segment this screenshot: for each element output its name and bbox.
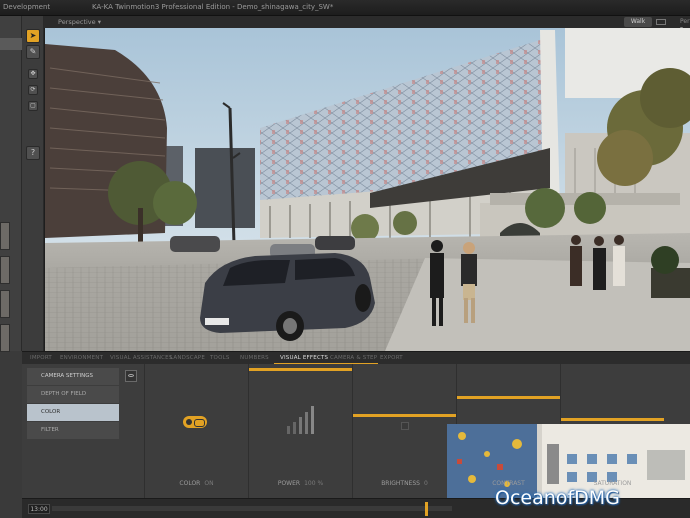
color-toggle-switch[interactable] [183,416,207,428]
param-power[interactable]: POWER 100 % [248,364,352,498]
rotate-tool-icon[interactable]: ⟳ [28,85,38,95]
brightness-slider-bar[interactable] [353,414,456,417]
module-tabs: IMPORT ENVIRONMENT VISUAL ASSISTANCES LA… [22,351,690,365]
param-label: CONTRAST [492,480,525,487]
app-menu-label[interactable]: Development [3,3,50,11]
effects-panel: CAMERA SETTINGS DEPTH OF FIELD COLOR FIL… [22,364,690,498]
tab-landscape[interactable]: LANDSCAPE [170,355,205,361]
tab-environment[interactable]: ENVIRONMENT [60,355,103,361]
side-item-depth-of-field[interactable]: DEPTH OF FIELD [27,386,119,403]
param-value: 0 [423,480,428,487]
timeline-track[interactable] [52,506,452,511]
contrast-slider-bar[interactable] [457,396,560,399]
side-item-filter[interactable]: FILTER [27,422,119,439]
library-thumbnail[interactable] [0,324,10,352]
param-value: 100 % [304,480,324,487]
brightness-handle[interactable] [400,422,409,430]
param-label: SATURATION [593,480,632,487]
side-item-color[interactable]: COLOR [27,404,119,421]
tab-visual-assistances[interactable]: VISUAL ASSISTANCES [110,355,173,361]
visibility-eye-icon[interactable] [125,370,137,382]
param-label: POWER [277,480,301,487]
tool-column: ➤ ✎ ✥ ⟳ ▢ ? [22,16,44,351]
param-value: ON [204,480,214,487]
select-tool-icon[interactable]: ➤ [26,29,40,43]
move-tool-icon[interactable]: ✥ [28,69,38,79]
library-thumbnail[interactable] [0,290,10,318]
param-brightness[interactable]: BRIGHTNESS 0 [352,364,456,498]
saturation-slider-bar[interactable] [561,418,664,421]
timeline-playhead[interactable] [425,502,428,516]
library-thumbnail[interactable] [0,222,10,250]
left-dock-panel [0,16,22,352]
power-slider-bar[interactable] [249,368,352,371]
signal-bars-icon [287,406,314,434]
tab-numbers[interactable]: NUMBERS [240,355,269,361]
watermark-text: OceanofDMG [495,487,620,509]
param-label: BRIGHTNESS [381,480,420,487]
3d-viewport[interactable] [44,28,690,351]
tab-tools[interactable]: TOOLS [210,355,230,361]
tab-export[interactable]: EXPORT [380,355,403,361]
library-thumbnail[interactable] [0,256,10,284]
param-label: COLOR [179,480,201,487]
camera-dropdown[interactable]: Perspective ▾ [58,18,101,26]
frame-tool-icon[interactable]: ▢ [28,101,38,111]
param-color[interactable]: COLOR ON [144,364,248,498]
window-title: KA-KA Twinmotion3 Professional Edition -… [92,3,334,11]
side-item-camera-settings[interactable]: CAMERA SETTINGS [27,368,119,385]
tab-camera-step[interactable]: CAMERA & STEP [330,355,377,361]
title-bar: Development KA-KA Twinmotion3 Profession… [0,0,690,16]
help-icon[interactable]: ? [26,146,40,160]
viewport-toolbar: Perspective ▾ Walk Performance ▾ [44,16,690,32]
city-scene [45,28,690,351]
walk-options-icon[interactable] [656,19,666,25]
tab-import[interactable]: IMPORT [30,355,52,361]
time-display[interactable]: 13:00 [28,504,50,514]
brush-tool-icon[interactable]: ✎ [26,45,40,59]
walk-mode-button[interactable]: Walk [624,17,652,27]
dock-header[interactable] [0,38,22,50]
effect-category-list: CAMERA SETTINGS DEPTH OF FIELD COLOR FIL… [27,368,119,440]
tab-visual-effects[interactable]: VISUAL EFFECTS [280,355,328,361]
